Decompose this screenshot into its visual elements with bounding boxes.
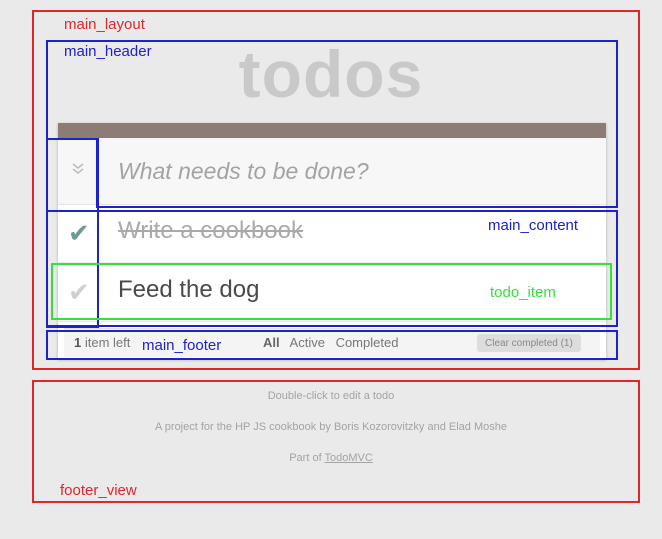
label-main-layout: main_layout xyxy=(64,16,145,33)
label-main-content: main_content xyxy=(488,217,579,234)
overlay-main-footer xyxy=(46,330,618,360)
label-footer-view: footer_view xyxy=(60,482,137,499)
overlay-main-header-right xyxy=(96,138,618,208)
label-main-header: main_header xyxy=(64,43,152,60)
label-main-footer: main_footer xyxy=(142,337,222,354)
label-todo-item: todo_item xyxy=(490,284,556,301)
